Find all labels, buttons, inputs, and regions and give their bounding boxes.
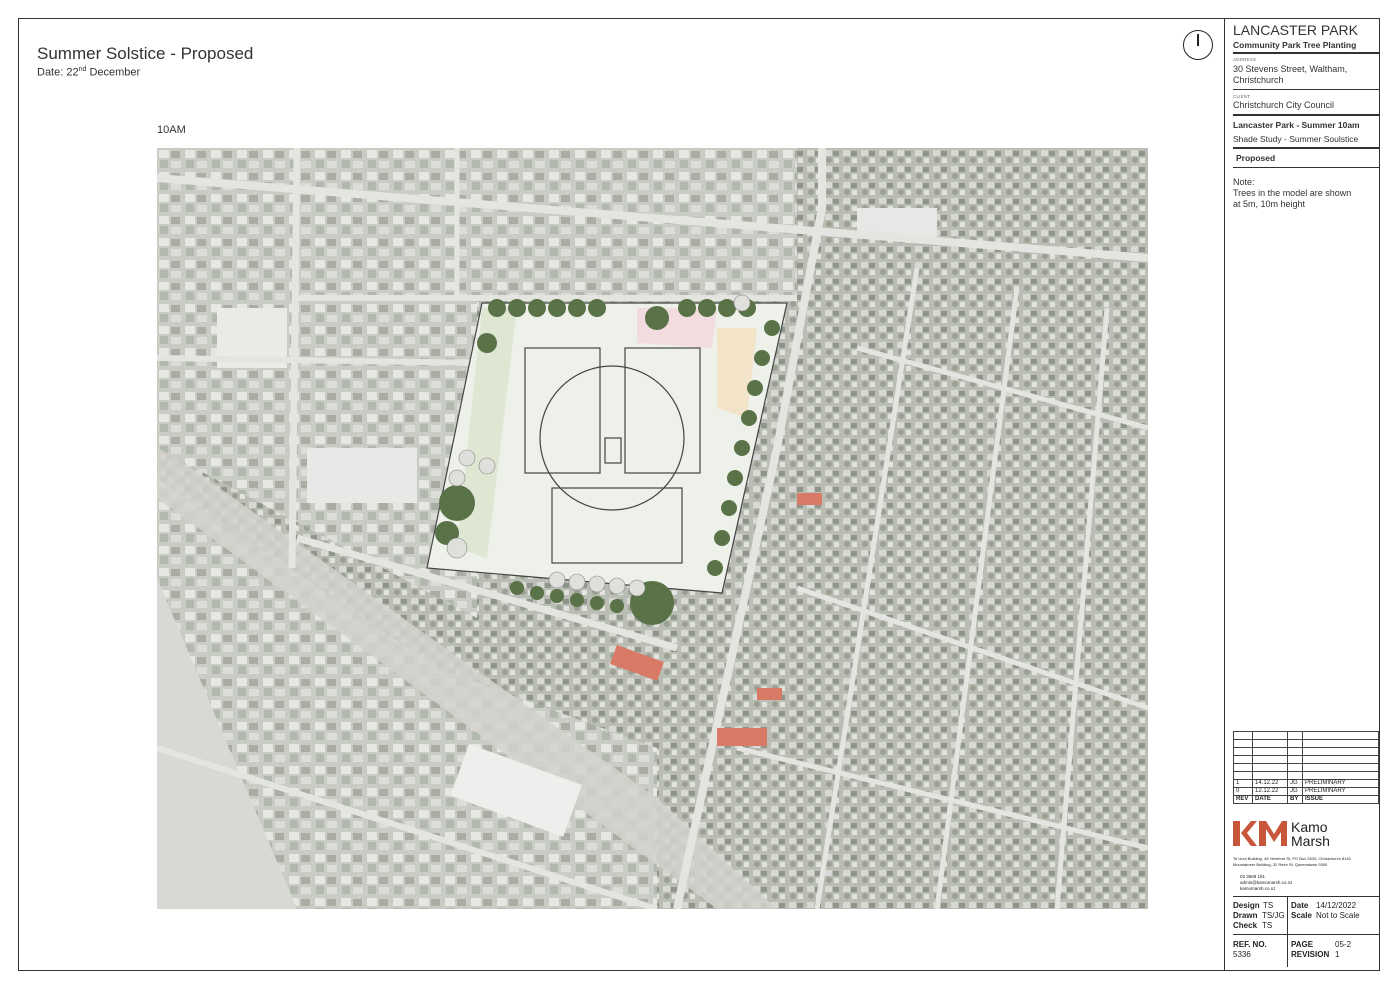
- ref-value: 5336: [1233, 950, 1251, 959]
- client-name: Christchurch City Council: [1233, 100, 1335, 110]
- issue-cell: PRELIMINARY: [1302, 787, 1379, 796]
- table-row: [1233, 771, 1379, 780]
- titleblock-rule: [1233, 934, 1379, 935]
- titleblock-rule: [1233, 52, 1379, 54]
- page-label: PAGE: [1291, 940, 1314, 949]
- drawing-date: Date: 22nd December: [37, 66, 141, 79]
- address-line-2: Christchurch: [1233, 75, 1284, 85]
- company-address-2: Mountaineer Building, 32 Rees St, Queens…: [1233, 862, 1328, 867]
- scale-value: Not to Scale: [1316, 911, 1360, 920]
- page-value: 05-2: [1335, 940, 1352, 949]
- titleblock-rule: [1233, 896, 1379, 897]
- issue-header: ISSUE: [1302, 795, 1379, 804]
- revision-value: 1: [1335, 950, 1340, 959]
- date-cell: 14.12.22: [1252, 779, 1288, 788]
- company-email: admin@kamomarsh.co.nz: [1240, 880, 1293, 885]
- date-header: DATE: [1252, 795, 1288, 804]
- details-divider: [1287, 897, 1288, 967]
- titleblock-rule: [1233, 167, 1379, 168]
- aerial-site-plan: [157, 148, 1148, 909]
- table-row: [1233, 739, 1379, 748]
- company-address-1: Te Unui Building, 48 Hereford St, PO Box…: [1233, 856, 1351, 861]
- rev-header: REV: [1233, 795, 1253, 804]
- revision-table: 1 14.12.22 JG PRELIMINARY 0 12.12.22 JG PRELIM…: [1233, 731, 1379, 804]
- project-subtitle: Community Park Tree Planting: [1233, 40, 1357, 50]
- titleblock-divider: [1224, 18, 1225, 971]
- drawing-title: Lancaster Park - Summer 10am: [1233, 120, 1360, 130]
- note-label: Note:: [1233, 177, 1255, 187]
- company-logo: [1233, 818, 1287, 853]
- company-phone: 03 3668 181: [1240, 874, 1266, 879]
- company-web: kamomarsh.co.nz: [1240, 886, 1276, 891]
- design-label: Design: [1233, 901, 1260, 910]
- table-header-row: REV DATE BY ISSUE: [1233, 795, 1379, 804]
- by-cell: JG: [1287, 779, 1303, 788]
- drawn-label: Drawn: [1233, 911, 1258, 920]
- check-value: TS: [1262, 921, 1273, 930]
- table-row: [1233, 731, 1379, 740]
- drawing-subtitle: Shade Study - Summer Soulstice: [1233, 134, 1359, 144]
- table-row: [1233, 755, 1379, 764]
- rev-cell: 1: [1233, 779, 1253, 788]
- table-row: 1 14.12.22 JG PRELIMINARY: [1233, 779, 1379, 788]
- date-cell: 12.12.22: [1252, 787, 1288, 796]
- address-line-1: 30 Stevens Street, Waltham,: [1233, 64, 1348, 74]
- check-label: Check: [1233, 921, 1258, 930]
- by-cell: JG: [1287, 787, 1303, 796]
- address-label: ADDRESS: [1233, 57, 1257, 62]
- status-label: Proposed: [1236, 153, 1276, 163]
- issue-cell: PRELIMINARY: [1302, 779, 1379, 788]
- titleblock-rule: [1233, 147, 1379, 149]
- company-name-1: Kamo: [1291, 819, 1328, 835]
- titleblock-rule: [1233, 89, 1379, 90]
- note-line-2: at 5m, 10m height: [1233, 199, 1306, 209]
- north-arrow-icon: [1183, 30, 1213, 60]
- project-name: LANCASTER PARK: [1233, 22, 1358, 38]
- ref-label: REF. NO.: [1233, 940, 1267, 949]
- drawn-value: TS/JG: [1262, 911, 1285, 920]
- client-label: CLIENT: [1233, 94, 1251, 99]
- titleblock-rule: [1233, 114, 1379, 116]
- company-name-2: Marsh: [1291, 833, 1330, 849]
- page-title: Summer Solstice - Proposed: [37, 44, 254, 63]
- note-line-1: Trees in the model are shown: [1233, 188, 1352, 198]
- time-label: 10AM: [157, 124, 186, 136]
- by-header: BY: [1287, 795, 1303, 804]
- revision-label: REVISION: [1291, 950, 1330, 959]
- table-row: 0 12.12.22 JG PRELIMINARY: [1233, 787, 1379, 796]
- scale-label: Scale: [1291, 911, 1312, 920]
- rev-cell: 0: [1233, 787, 1253, 796]
- table-row: [1233, 763, 1379, 772]
- kamo-marsh-logo-icon: [1233, 821, 1287, 846]
- table-row: [1233, 747, 1379, 756]
- date-label: Date: [1291, 901, 1309, 910]
- date-value: 14/12/2022: [1316, 901, 1357, 910]
- design-value: TS: [1263, 901, 1274, 910]
